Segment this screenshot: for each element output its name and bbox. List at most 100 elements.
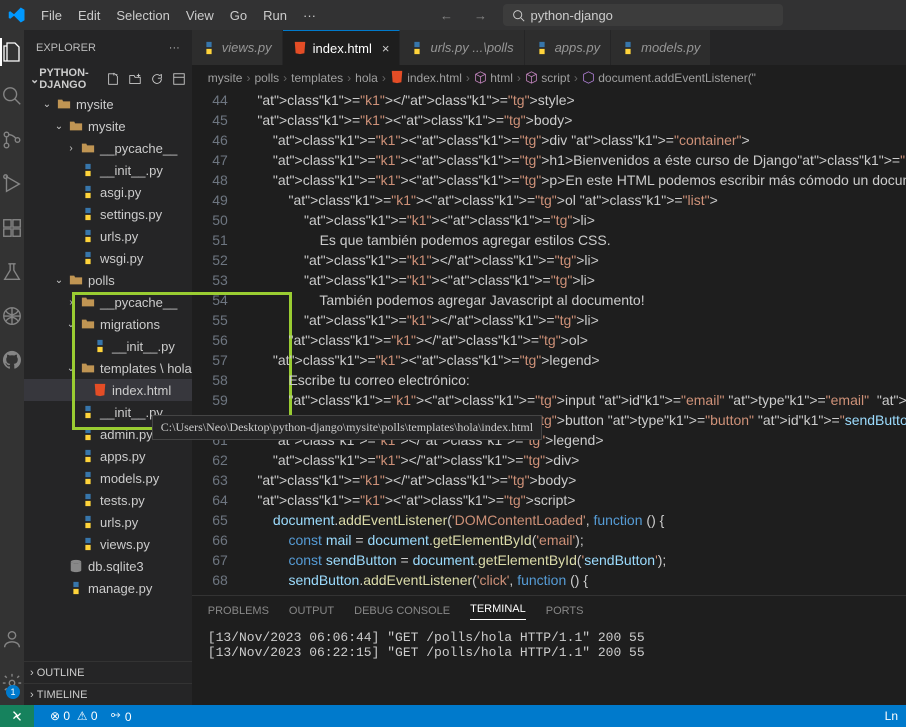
breadcrumb[interactable]: mysite› polls› templates› hola› index.ht… xyxy=(192,65,906,90)
breadcrumb-item[interactable]: script xyxy=(525,71,570,85)
nav-forward-icon[interactable]: → xyxy=(469,8,493,23)
tree-item-label: db.sqlite3 xyxy=(88,559,144,574)
tree-item-asgi-py[interactable]: asgi.py xyxy=(24,181,192,203)
activity-remote-icon[interactable] xyxy=(0,304,24,328)
activity-bar: 1 xyxy=(0,30,24,705)
tree-item-label: mysite xyxy=(76,97,114,112)
tree-item---init---py[interactable]: __init__.py xyxy=(24,335,192,357)
tree-item-index-html[interactable]: index.html xyxy=(24,379,192,401)
breadcrumb-item[interactable]: index.html xyxy=(390,70,462,85)
activity-extensions-icon[interactable] xyxy=(0,216,24,240)
outline-section[interactable]: › OUTLINE xyxy=(24,661,192,683)
breadcrumb-item[interactable]: templates xyxy=(291,71,343,85)
breadcrumb-item[interactable]: document.addEventListener(" xyxy=(582,71,756,85)
vscode-icon xyxy=(8,6,26,24)
tree-item-views-py[interactable]: views.py xyxy=(24,533,192,555)
activity-debug-icon[interactable] xyxy=(0,172,24,196)
timeline-section[interactable]: › TIMELINE xyxy=(24,683,192,705)
file-icon xyxy=(80,360,96,376)
file-icon xyxy=(68,558,84,574)
breadcrumb-item[interactable]: polls xyxy=(254,71,279,85)
tree-item---pycache--[interactable]: ›__pycache__ xyxy=(24,291,192,313)
tree-item-label: __pycache__ xyxy=(100,141,177,156)
menu-run[interactable]: Run xyxy=(256,4,294,27)
tab-urls-py-----polls[interactable]: urls.py ...\polls xyxy=(400,30,524,65)
status-ports[interactable]: 0 xyxy=(110,709,132,724)
menu-more[interactable]: ··· xyxy=(296,4,323,27)
tree-item-label: __pycache__ xyxy=(100,295,177,310)
tab-apps-py[interactable]: apps.py xyxy=(525,30,612,65)
search-icon xyxy=(512,9,525,22)
settings-icon[interactable]: 1 xyxy=(0,671,24,695)
breadcrumb-item[interactable]: hola xyxy=(355,71,378,85)
terminal-output[interactable]: [13/Nov/2023 06:06:44] "GET /polls/hola … xyxy=(192,626,906,705)
panel-tab-ports[interactable]: PORTS xyxy=(546,605,584,617)
tab-label: urls.py ...\polls xyxy=(430,40,513,55)
menu-go[interactable]: Go xyxy=(223,4,254,27)
accounts-icon[interactable] xyxy=(0,627,24,651)
tree-item-mysite[interactable]: ⌄mysite xyxy=(24,115,192,137)
file-tree[interactable]: ⌄mysite⌄mysite›__pycache____init__.pyasg… xyxy=(24,93,192,661)
tree-item-models-py[interactable]: models.py xyxy=(24,467,192,489)
tree-item-tests-py[interactable]: tests.py xyxy=(24,489,192,511)
tree-item-label: wsgi.py xyxy=(100,251,143,266)
tab-views-py[interactable]: views.py xyxy=(192,30,283,65)
file-icon xyxy=(80,536,96,552)
tree-item-migrations[interactable]: ⌄migrations xyxy=(24,313,192,335)
project-name: PYTHON-DJANGO xyxy=(39,67,106,91)
tree-item-label: __init__.py xyxy=(100,163,163,178)
tab-models-py[interactable]: models.py xyxy=(611,30,711,65)
code-content[interactable]: "at">class"k1">="k1"></"at">class"k1">="… xyxy=(242,90,906,595)
tree-item-wsgi-py[interactable]: wsgi.py xyxy=(24,247,192,269)
tab-label: index.html xyxy=(313,41,372,56)
menu-file[interactable]: File xyxy=(34,4,69,27)
status-errors[interactable]: ⊗ 0 ⚠ 0 xyxy=(50,709,98,723)
tree-item---init---py[interactable]: __init__.py xyxy=(24,159,192,181)
collapse-icon[interactable] xyxy=(172,72,186,86)
new-file-icon[interactable] xyxy=(106,72,120,86)
menu-view[interactable]: View xyxy=(179,4,221,27)
panel-tab-problems[interactable]: PROBLEMS xyxy=(208,605,269,617)
panel-tab-terminal[interactable]: TERMINAL xyxy=(470,603,526,620)
breadcrumb-item[interactable]: html xyxy=(474,71,513,85)
tree-item-label: templates \ hola xyxy=(100,361,192,376)
menu-selection[interactable]: Selection xyxy=(109,4,176,27)
tree-item-mysite[interactable]: ⌄mysite xyxy=(24,93,192,115)
remote-indicator[interactable] xyxy=(0,705,34,727)
tree-item-settings-py[interactable]: settings.py xyxy=(24,203,192,225)
new-folder-icon[interactable] xyxy=(128,72,142,86)
tab-index-html[interactable]: index.html × xyxy=(283,30,401,65)
tree-item-label: tests.py xyxy=(100,493,145,508)
refresh-icon[interactable] xyxy=(150,72,164,86)
status-ln[interactable]: Ln xyxy=(885,709,898,723)
tree-item-templates---hola[interactable]: ⌄templates \ hola xyxy=(24,357,192,379)
breadcrumb-item[interactable]: mysite xyxy=(208,71,243,85)
tree-item-urls-py[interactable]: urls.py xyxy=(24,511,192,533)
search-input[interactable]: python-django xyxy=(503,4,783,26)
file-icon xyxy=(56,96,72,112)
menu-edit[interactable]: Edit xyxy=(71,4,107,27)
panel: PROBLEMS OUTPUT DEBUG CONSOLE TERMINAL PORTS… xyxy=(192,595,906,705)
tree-item-urls-py[interactable]: urls.py xyxy=(24,225,192,247)
sidebar-more-icon[interactable]: ··· xyxy=(169,42,180,54)
activity-testing-icon[interactable] xyxy=(0,260,24,284)
close-icon[interactable]: × xyxy=(382,41,390,56)
activity-search-icon[interactable] xyxy=(0,84,24,108)
tree-item---pycache--[interactable]: ›__pycache__ xyxy=(24,137,192,159)
tree-item-db-sqlite3[interactable]: db.sqlite3 xyxy=(24,555,192,577)
code-editor[interactable]: 4445464748495051525354555657585960616263… xyxy=(192,90,906,595)
activity-explorer-icon[interactable] xyxy=(0,40,24,64)
file-icon xyxy=(68,118,84,134)
panel-tab-debug-console[interactable]: DEBUG CONSOLE xyxy=(354,605,450,617)
tree-item-apps-py[interactable]: apps.py xyxy=(24,445,192,467)
tree-item-label: asgi.py xyxy=(100,185,141,200)
activity-scm-icon[interactable] xyxy=(0,128,24,152)
tree-item-polls[interactable]: ⌄polls xyxy=(24,269,192,291)
search-text: python-django xyxy=(531,8,613,23)
panel-tab-output[interactable]: OUTPUT xyxy=(289,605,334,617)
nav-back-icon[interactable]: ← xyxy=(435,8,459,23)
tree-item-label: urls.py xyxy=(100,515,138,530)
activity-github-icon[interactable] xyxy=(0,348,24,372)
tree-item-manage-py[interactable]: manage.py xyxy=(24,577,192,599)
project-header[interactable]: ⌄ PYTHON-DJANGO xyxy=(24,65,192,93)
